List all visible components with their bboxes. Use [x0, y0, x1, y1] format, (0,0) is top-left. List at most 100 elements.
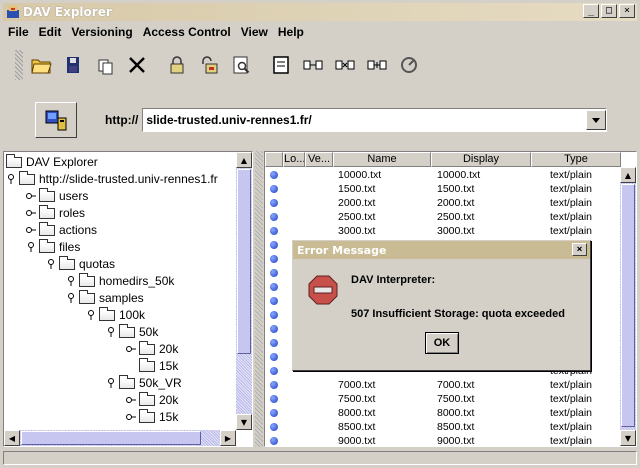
collapsed-toggle-icon[interactable]	[26, 225, 36, 235]
tree-horizontal-scrollbar[interactable]: ◀ ▶	[4, 430, 236, 446]
scroll-left-button[interactable]: ◀	[4, 430, 20, 446]
hscroll-thumb[interactable]	[21, 431, 201, 445]
tree-vertical-scrollbar[interactable]: ▲ ▼	[236, 152, 252, 430]
move-button[interactable]	[299, 51, 327, 79]
ok-button[interactable]: OK	[425, 332, 459, 354]
url-dropdown-button[interactable]	[586, 110, 607, 130]
split-pane-divider[interactable]	[255, 151, 263, 447]
dialog-close-button[interactable]: ×	[572, 243, 587, 256]
menu-edit[interactable]: Edit	[34, 25, 67, 39]
col-header-type[interactable]: Type	[531, 152, 621, 167]
view-properties-button[interactable]	[227, 51, 255, 79]
tree-item-label: 100k	[119, 308, 146, 322]
expanded-toggle-icon[interactable]	[106, 378, 116, 388]
save-button[interactable]	[59, 51, 87, 79]
title-bar[interactable]: DAV Explorer _ □ ×	[3, 3, 637, 21]
expanded-toggle-icon[interactable]	[6, 174, 16, 184]
file-bullet-icon	[270, 185, 278, 193]
col-header-name[interactable]: Name	[333, 152, 431, 167]
table-row[interactable]: 8500.txt 8500.txt text/plain	[265, 421, 621, 433]
tree-item[interactable]: 15k	[126, 408, 178, 425]
table-row[interactable]: 1500.txt 1500.txt text/plain	[265, 183, 621, 195]
col-header-display[interactable]: Display	[431, 152, 531, 167]
menu-access-control[interactable]: Access Control	[138, 25, 236, 39]
link-button[interactable]	[363, 51, 391, 79]
close-button[interactable]: ×	[619, 4, 635, 18]
tree-item[interactable]: 50k	[106, 323, 159, 340]
menu-versioning[interactable]: Versioning	[66, 25, 137, 39]
scroll-up-button[interactable]: ▲	[620, 167, 636, 183]
tree-item[interactable]: DAV Explorer	[6, 153, 98, 170]
collapsed-toggle-icon[interactable]	[126, 344, 136, 354]
folder-icon	[119, 323, 135, 338]
tree-item-label: 50k	[139, 325, 159, 339]
tree-item[interactable]: http://slide-trusted.univ-rennes1.fr	[6, 170, 218, 187]
unlock-button[interactable]	[195, 51, 223, 79]
folder-icon	[19, 170, 35, 185]
scroll-thumb[interactable]	[621, 184, 635, 427]
expanded-toggle-icon[interactable]	[66, 293, 76, 303]
put-file-icon	[273, 56, 289, 74]
copy-server-button[interactable]	[331, 51, 359, 79]
cell-display: 10000.txt	[437, 169, 481, 181]
table-row[interactable]: 7500.txt 7500.txt text/plain	[265, 393, 621, 405]
minimize-button[interactable]: _	[583, 4, 599, 18]
lock-button[interactable]	[163, 51, 191, 79]
maximize-button[interactable]: □	[601, 4, 617, 18]
tree-item[interactable]: roles	[26, 204, 85, 221]
expanded-toggle-icon[interactable]	[26, 242, 36, 252]
open-folder-button[interactable]	[27, 51, 55, 79]
open-folder-icon	[31, 59, 52, 74]
expanded-toggle-icon[interactable]	[46, 259, 56, 269]
copy-button[interactable]	[91, 51, 119, 79]
put-file-button[interactable]	[267, 51, 295, 79]
scroll-down-button[interactable]: ▼	[236, 414, 252, 430]
expanded-toggle-icon[interactable]	[106, 327, 116, 337]
tree-item[interactable]: 20k	[126, 340, 178, 357]
dialog-title-bar[interactable]: Error Message ×	[293, 241, 590, 259]
delete-button[interactable]	[123, 51, 151, 79]
collapsed-toggle-icon[interactable]	[26, 191, 36, 201]
scroll-right-button[interactable]: ▶	[220, 430, 236, 446]
collapsed-toggle-icon[interactable]	[126, 395, 136, 405]
tree-item[interactable]: quotas	[46, 255, 115, 272]
col-header-lock[interactable]: Lo...	[283, 152, 305, 167]
tree-item[interactable]: 20k	[126, 391, 178, 408]
table-row[interactable]: 2500.txt 2500.txt text/plain	[265, 211, 621, 223]
tree-item[interactable]: 15k	[126, 357, 178, 374]
toolbar-grip[interactable]	[15, 50, 23, 80]
menu-file[interactable]: File	[3, 25, 34, 39]
tree-item[interactable]: users	[26, 187, 88, 204]
menu-view[interactable]: View	[236, 25, 273, 39]
expanded-toggle-icon[interactable]	[66, 276, 76, 286]
table-row[interactable]: 10000.txt 10000.txt text/plain	[265, 169, 621, 181]
menu-help[interactable]: Help	[273, 25, 309, 39]
scroll-thumb[interactable]	[237, 169, 251, 354]
table-row[interactable]: 8000.txt 8000.txt text/plain	[265, 407, 621, 419]
tree-item[interactable]: 50k_VR	[106, 374, 182, 391]
url-input[interactable]: slide-trusted.univ-rennes1.fr/	[146, 113, 586, 127]
table-row[interactable]: 7000.txt 7000.txt text/plain	[265, 379, 621, 391]
table-row[interactable]: 3000.txt 3000.txt text/plain	[265, 225, 621, 237]
table-row[interactable]: 9000.txt 9000.txt text/plain	[265, 435, 621, 446]
table-row[interactable]: 2000.txt 2000.txt text/plain	[265, 197, 621, 209]
collapsed-toggle-icon[interactable]	[26, 208, 36, 218]
tree-item[interactable]: actions	[26, 221, 97, 238]
tree-item[interactable]: 100k	[86, 306, 146, 323]
file-bullet-icon	[270, 311, 278, 319]
tree-item[interactable]: homedirs_50k	[66, 272, 174, 289]
col-header-icon[interactable]	[265, 152, 283, 167]
scroll-up-button[interactable]: ▲	[236, 152, 252, 168]
tree-item[interactable]: samples	[66, 289, 144, 306]
table-vertical-scrollbar[interactable]: ▲ ▼	[620, 167, 636, 446]
expanded-toggle-icon[interactable]	[86, 310, 96, 320]
refresh-button[interactable]	[395, 51, 423, 79]
file-bullet-icon	[270, 297, 278, 305]
folder-icon	[79, 272, 95, 287]
scroll-down-button[interactable]: ▼	[620, 430, 636, 446]
url-combobox[interactable]: slide-trusted.univ-rennes1.fr/	[142, 108, 608, 132]
collapsed-toggle-icon[interactable]	[126, 412, 136, 422]
connect-button[interactable]	[35, 102, 77, 138]
tree-item[interactable]: files	[26, 238, 80, 255]
col-header-version[interactable]: Ve...	[305, 152, 333, 167]
